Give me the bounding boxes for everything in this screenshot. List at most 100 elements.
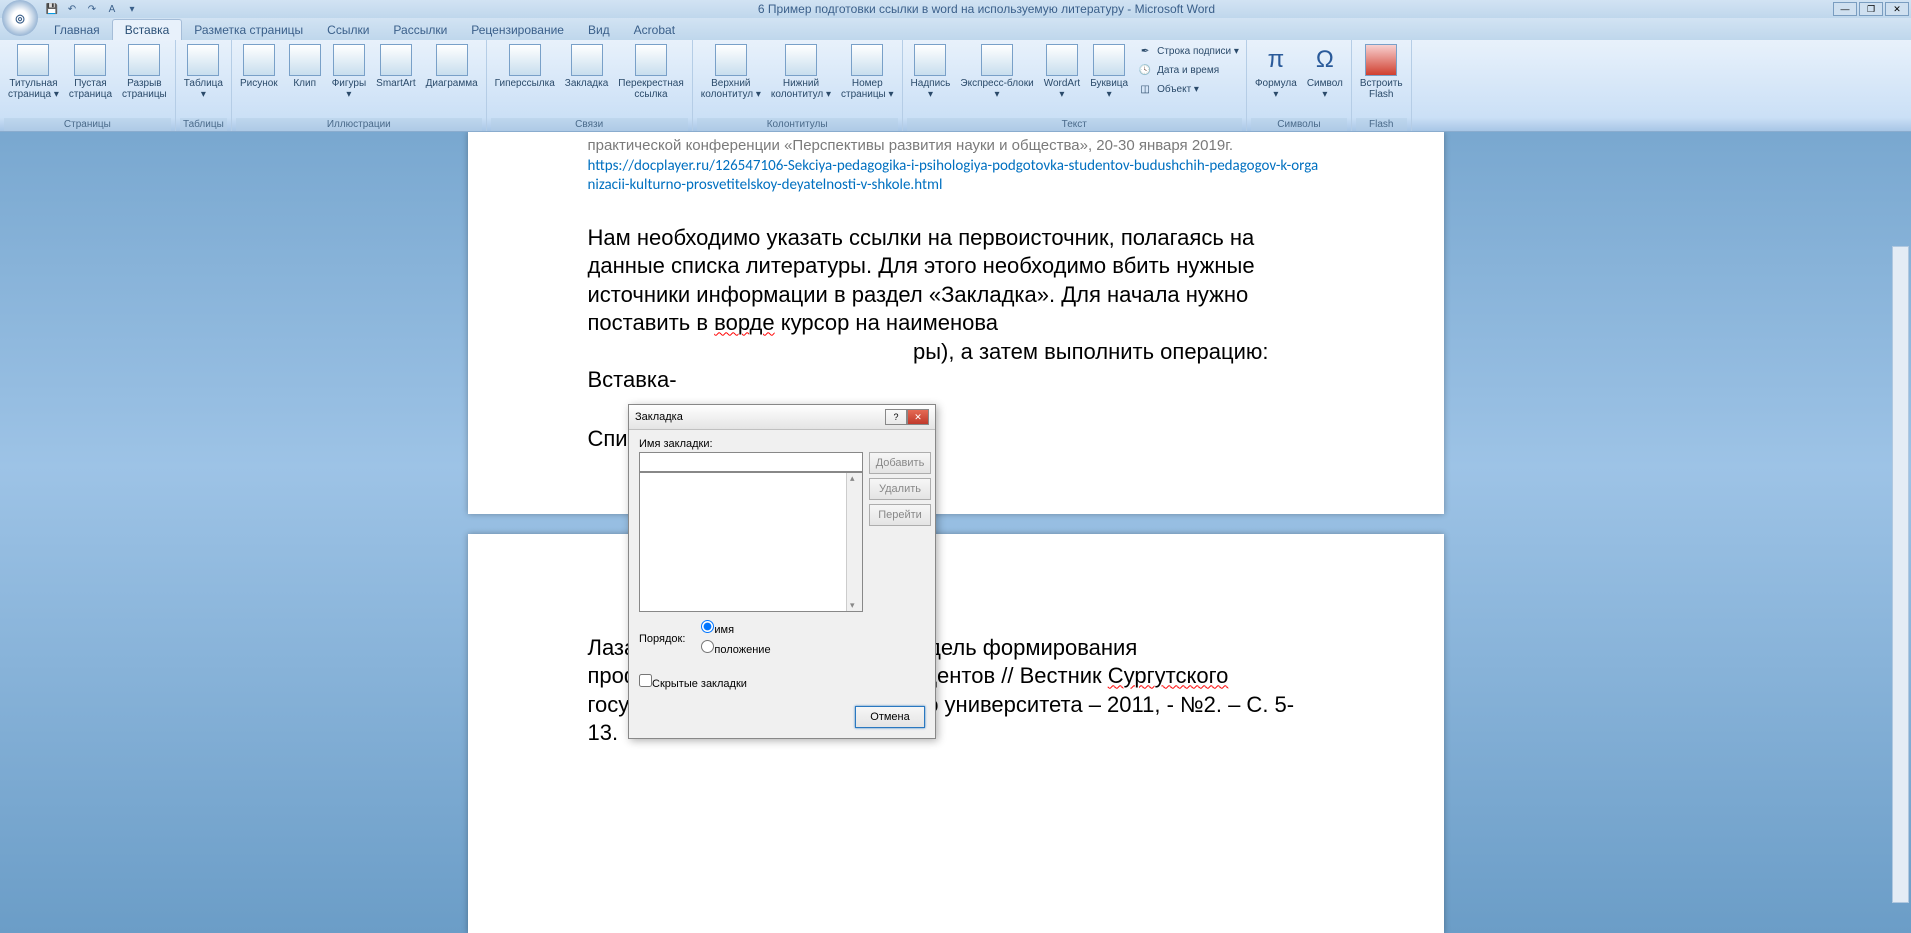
- vertical-scrollbar[interactable]: [1892, 246, 1909, 903]
- bookmark-name-label: Имя закладки:: [639, 438, 925, 450]
- picture-button[interactable]: Рисунок: [236, 42, 282, 91]
- table-icon: [187, 44, 219, 76]
- flash-icon: [1365, 44, 1397, 76]
- signature-icon: ✒: [1137, 43, 1153, 59]
- tab-view[interactable]: Вид: [576, 20, 622, 40]
- sort-by-position-radio[interactable]: положение: [701, 640, 770, 656]
- clipart-button[interactable]: Клип: [284, 42, 326, 91]
- maximize-button[interactable]: ❐: [1859, 2, 1883, 16]
- crossref-button[interactable]: Перекрестная ссылка: [614, 42, 687, 102]
- smartart-icon: [380, 44, 412, 76]
- tab-review[interactable]: Рецензирование: [459, 20, 576, 40]
- bookmark-button[interactable]: Закладка: [561, 42, 612, 91]
- tab-references[interactable]: Ссылки: [315, 20, 381, 40]
- tab-home[interactable]: Главная: [42, 20, 112, 40]
- sort-by-name-radio[interactable]: имя: [701, 620, 770, 636]
- document-area: практической конференции «Перспективы ра…: [0, 132, 1911, 933]
- redo-icon[interactable]: ↷: [84, 1, 100, 17]
- cover-page-button[interactable]: Титульная страница ▾: [4, 42, 63, 102]
- group-links-label: Связи: [491, 118, 688, 131]
- undo-icon[interactable]: ↶: [64, 1, 80, 17]
- cancel-button[interactable]: Отмена: [855, 706, 925, 728]
- page-break-icon: [128, 44, 160, 76]
- dropcap-button[interactable]: Буквица ▾: [1086, 42, 1132, 102]
- goto-button[interactable]: Перейти: [869, 504, 931, 526]
- hyperlink-icon: [509, 44, 541, 76]
- window-title: 6 Пример подготовки ссылки в word на исп…: [140, 2, 1833, 16]
- shapes-button[interactable]: Фигуры ▾: [328, 42, 370, 102]
- doc-paragraph: Нам необходимо указать ссылки на первоис…: [588, 224, 1324, 396]
- cover-page-icon: [17, 44, 49, 76]
- group-symbols-label: Символы: [1251, 118, 1347, 131]
- object-button[interactable]: ◫Объект ▾: [1134, 80, 1242, 98]
- close-button[interactable]: ✕: [1885, 2, 1909, 16]
- textbox-icon: [914, 44, 946, 76]
- tab-insert[interactable]: Вставка: [112, 19, 183, 40]
- pagenum-button[interactable]: Номер страницы ▾: [837, 42, 898, 102]
- dialog-title: Закладка: [635, 411, 885, 423]
- group-text-label: Текст: [907, 118, 1242, 131]
- chart-button[interactable]: Диаграмма: [422, 42, 482, 91]
- datetime-icon: 🕓: [1137, 62, 1153, 78]
- tab-mailings[interactable]: Рассылки: [381, 20, 459, 40]
- bookmark-icon: [571, 44, 603, 76]
- footer-icon: [785, 44, 817, 76]
- header-icon: [715, 44, 747, 76]
- bookmark-list[interactable]: [639, 472, 863, 612]
- embed-flash-button[interactable]: Встроить Flash: [1356, 42, 1407, 102]
- list-scrollbar[interactable]: [846, 473, 862, 611]
- blank-page-icon: [74, 44, 106, 76]
- chart-icon: [436, 44, 468, 76]
- tab-pagelayout[interactable]: Разметка страницы: [182, 20, 315, 40]
- page-break-button[interactable]: Разрыв страницы: [118, 42, 171, 102]
- group-tables-label: Таблицы: [180, 118, 227, 131]
- symbol-button[interactable]: ΩСимвол ▾: [1303, 42, 1347, 102]
- wordart-icon: [1046, 44, 1078, 76]
- quickparts-button[interactable]: Экспресс-блоки ▾: [956, 42, 1037, 102]
- minimize-button[interactable]: —: [1833, 2, 1857, 16]
- delete-button[interactable]: Удалить: [869, 478, 931, 500]
- sort-label: Порядок:: [639, 633, 685, 645]
- symbol-icon: Ω: [1309, 44, 1341, 76]
- smartart-button[interactable]: SmartArt: [372, 42, 419, 91]
- qat-dropdown-icon[interactable]: ▾: [124, 1, 140, 17]
- quick-access-toolbar: 💾 ↶ ↷ A ▾: [44, 1, 140, 17]
- dialog-help-button[interactable]: ?: [885, 409, 907, 425]
- blank-page-button[interactable]: Пустая страница: [65, 42, 116, 102]
- group-pages-label: Страницы: [4, 118, 171, 131]
- hidden-bookmarks-checkbox[interactable]: Скрытые закладки: [639, 674, 925, 690]
- bookmark-dialog: Закладка ? ✕ Имя закладки: Добавить Удал…: [628, 404, 936, 739]
- textbox-button[interactable]: Надпись ▾: [907, 42, 955, 102]
- picture-icon: [243, 44, 275, 76]
- office-button[interactable]: ◎: [2, 0, 38, 36]
- signature-line-button[interactable]: ✒Строка подписи ▾: [1134, 42, 1242, 60]
- group-illustrations-label: Иллюстрации: [236, 118, 482, 131]
- document-page[interactable]: практической конференции «Перспективы ра…: [468, 132, 1444, 514]
- bookmark-name-input[interactable]: [639, 452, 863, 472]
- qat-item[interactable]: A: [104, 1, 120, 17]
- datetime-button[interactable]: 🕓Дата и время: [1134, 61, 1242, 79]
- tab-acrobat[interactable]: Acrobat: [622, 20, 687, 40]
- equation-button[interactable]: πФормула ▾: [1251, 42, 1301, 102]
- pagenum-icon: [851, 44, 883, 76]
- wordart-button[interactable]: WordArt ▾: [1040, 42, 1085, 102]
- group-headerfooter-label: Колонтитулы: [697, 118, 898, 131]
- equation-icon: π: [1260, 44, 1292, 76]
- header-button[interactable]: Верхний колонтитул ▾: [697, 42, 765, 102]
- quickparts-icon: [981, 44, 1013, 76]
- table-button[interactable]: Таблица ▾: [180, 42, 227, 102]
- hyperlink-button[interactable]: Гиперссылка: [491, 42, 559, 91]
- dialog-close-button[interactable]: ✕: [907, 409, 929, 425]
- ribbon: Титульная страница ▾ Пустая страница Раз…: [0, 40, 1911, 132]
- dropcap-icon: [1093, 44, 1125, 76]
- clipart-icon: [289, 44, 321, 76]
- crossref-icon: [635, 44, 667, 76]
- document-page[interactable]: Лазарев В.С. Концептуальная модель форми…: [468, 534, 1444, 933]
- group-flash-label: Flash: [1356, 118, 1407, 131]
- doc-paragraph: практической конференции «Перспективы ра…: [588, 136, 1324, 157]
- object-icon: ◫: [1137, 81, 1153, 97]
- save-icon[interactable]: 💾: [44, 1, 60, 17]
- ribbon-tabs: Главная Вставка Разметка страницы Ссылки…: [0, 18, 1911, 40]
- add-button[interactable]: Добавить: [869, 452, 931, 474]
- footer-button[interactable]: Нижний колонтитул ▾: [767, 42, 835, 102]
